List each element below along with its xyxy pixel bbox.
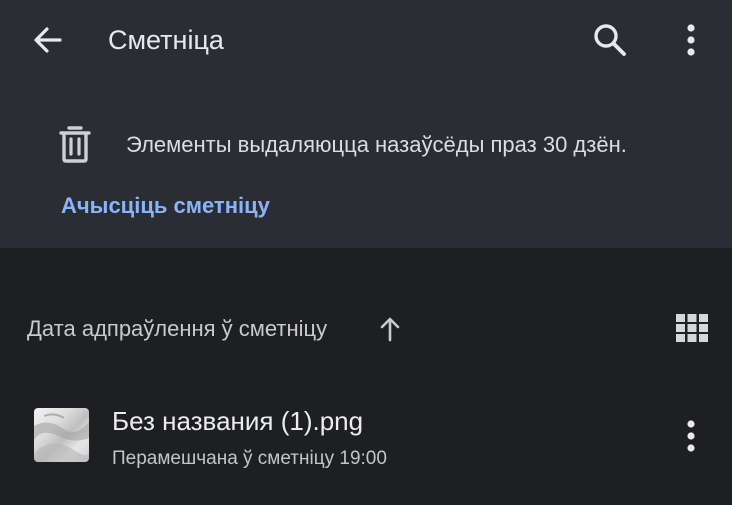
header-panel: Сметніца Элементы выдаляюцца назаўсёды п… xyxy=(0,0,732,248)
arrow-up-icon xyxy=(380,317,400,342)
grid-view-icon xyxy=(676,314,708,342)
more-vert-icon xyxy=(687,420,695,452)
back-button[interactable] xyxy=(30,22,66,58)
auto-delete-notice: Элементы выдаляюцца назаўсёды праз 30 дз… xyxy=(126,132,627,157)
trash-icon xyxy=(58,124,92,164)
sort-by-label[interactable]: Дата адпраўлення ў сметніцу xyxy=(27,313,327,345)
list-item[interactable]: Без названия (1).png Перамешчана ў сметн… xyxy=(0,388,732,484)
page-title: Сметніца xyxy=(108,25,224,55)
file-more-button[interactable] xyxy=(676,416,706,456)
empty-trash-button[interactable]: Ачысціць сметніцу xyxy=(61,190,270,222)
search-button[interactable] xyxy=(591,21,629,59)
grid-view-button[interactable] xyxy=(673,311,711,345)
more-vert-icon xyxy=(687,24,695,56)
file-name: Без названия (1).png xyxy=(112,406,364,436)
app-bar: Сметніца xyxy=(0,0,732,80)
sort-direction-button[interactable] xyxy=(378,316,402,342)
file-thumbnail xyxy=(34,408,89,462)
search-icon xyxy=(594,24,626,56)
more-options-button[interactable] xyxy=(676,20,706,60)
arrow-left-icon xyxy=(34,27,62,53)
file-trashed-time: Перамешчана ў сметніцу 19:00 xyxy=(112,448,387,469)
